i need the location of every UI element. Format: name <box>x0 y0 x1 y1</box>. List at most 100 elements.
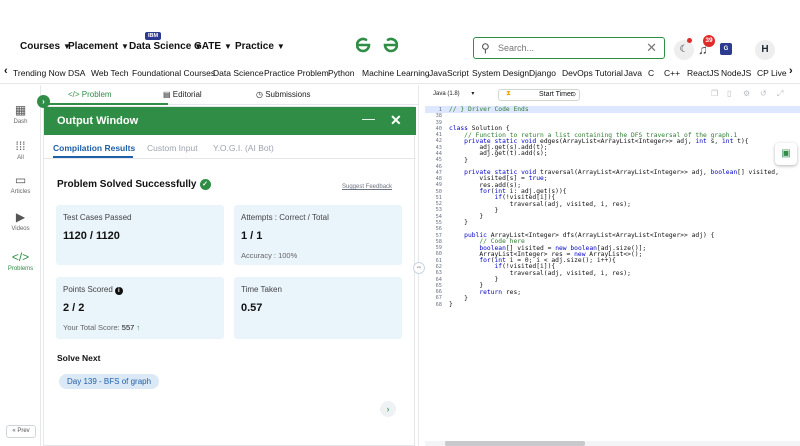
subnav-item[interactable]: Data Science <box>213 68 264 78</box>
line-number: 56 <box>435 226 442 233</box>
tab-problem[interactable]: </> Problem <box>68 90 112 99</box>
gfg-logo[interactable] <box>356 36 398 54</box>
check-circle-icon: ✓ <box>199 179 211 190</box>
status-message: Problem Solved Successfully ✓ <box>57 179 211 190</box>
language-select[interactable]: Java (1.8) ▾ <box>433 90 474 97</box>
solve-next-item[interactable]: Day 139 - BFS of graph <box>59 374 160 389</box>
copy-icon[interactable]: ❐ <box>711 89 718 98</box>
tab-editorial[interactable]: ▤ Editorial <box>163 90 202 99</box>
rail-item-problems[interactable]: </> Problems <box>0 250 41 272</box>
resize-handle-icon[interactable]: ⇔ <box>413 262 425 274</box>
rail-item-videos[interactable]: ▶ Videos <box>0 210 41 232</box>
minimize-icon[interactable]: — <box>362 111 375 126</box>
line-number: 63 <box>435 270 442 277</box>
theme-toggle-button[interactable]: ☾ <box>674 40 694 60</box>
output-window: Output Window — ✕ Compilation Results Cu… <box>43 106 416 446</box>
line-number: 55 <box>435 220 442 227</box>
stat-card-attempts: Attempts : Correct / Total 1 / 1 Accurac… <box>234 205 402 265</box>
suggest-feedback-link[interactable]: Suggest Feedback <box>342 184 392 190</box>
info-icon[interactable]: i <box>114 287 123 295</box>
line-number: 42 <box>435 138 442 145</box>
close-icon[interactable]: ✕ <box>646 40 657 56</box>
gfg-premium-icon[interactable]: G <box>720 43 732 55</box>
subnav-item[interactable]: ReactJS <box>687 68 719 78</box>
line-number: 48 <box>435 176 442 183</box>
subnav-item[interactable]: CP Live <box>757 68 787 78</box>
subnav-item[interactable]: Django <box>529 68 556 78</box>
line-number: 40 <box>435 125 442 132</box>
arrow-up-icon: ↑ <box>136 323 141 332</box>
chevron-right-icon[interactable]: › <box>37 95 50 108</box>
subnav-item[interactable]: Machine Learning <box>362 68 430 78</box>
divider <box>44 158 416 159</box>
subnav-item[interactable]: DevOps Tutorial <box>562 68 623 78</box>
line-number: 51 <box>435 194 442 201</box>
subnav-item[interactable]: C++ <box>664 68 680 78</box>
chevron-right-icon[interactable]: › <box>789 65 793 77</box>
tab-submissions[interactable]: ◷ Submissions <box>256 90 311 99</box>
profile-avatar[interactable]: H <box>755 40 775 60</box>
hourglass-icon: ⧗ <box>506 90 511 97</box>
stat-card-points: Points Scored i 2 / 2 Your Total Score: 5… <box>56 277 224 339</box>
line-number: 58 <box>435 238 442 245</box>
tab-custom-input[interactable]: Custom Input <box>147 143 198 153</box>
video-icon: ▶ <box>15 210 26 224</box>
chat-icon[interactable]: ▣ <box>775 143 797 165</box>
stat-card-test-cases: Test Cases Passed 1120 / 1120 <box>56 205 224 265</box>
ibm-badge: IBM <box>145 32 162 40</box>
close-icon[interactable]: ✕ <box>390 112 402 129</box>
nav-data-science[interactable]: Data Science ▼ <box>129 41 202 52</box>
nav-placement[interactable]: Placement ▼ <box>68 41 129 52</box>
moon-icon: ☾ <box>679 44 689 55</box>
tab-yogi-ai-bot[interactable]: Y.O.G.I. (AI Bot) <box>213 143 274 153</box>
output-window-title: Output Window <box>57 115 139 127</box>
chevron-left-icon[interactable]: ‹ <box>4 65 8 77</box>
nav-practice[interactable]: Practice ▼ <box>235 41 285 52</box>
rail-item-dash[interactable]: ▦ Dash <box>0 103 41 125</box>
line-number: 39 <box>435 119 442 126</box>
chevron-right-icon[interactable]: › <box>380 401 396 417</box>
tab-compilation-results[interactable]: Compilation Results <box>53 143 135 153</box>
line-number: 52 <box>435 201 442 208</box>
line-number: 61 <box>435 257 442 264</box>
subnav-item[interactable]: Practice Problem <box>264 68 329 78</box>
line-number: 38 <box>435 113 442 120</box>
dashboard-icon: ▦ <box>14 103 27 117</box>
line-number: 46 <box>435 163 442 170</box>
chevron-down-icon: ▼ <box>121 42 129 51</box>
line-number: 1 <box>438 107 442 113</box>
line-number: 62 <box>435 264 442 270</box>
start-timer-button[interactable]: ⧗ Start Timer ⊙ <box>498 89 580 101</box>
line-number: 64 <box>435 276 442 283</box>
file-icon[interactable]: ▯ <box>727 89 731 98</box>
scrollbar-thumb[interactable] <box>445 441 585 446</box>
subnav-item[interactable]: Java <box>624 68 642 78</box>
subnav-item[interactable]: NodeJS <box>721 68 751 78</box>
grid-icon: ⁞⁞⁞ <box>15 139 26 153</box>
nav-gate[interactable]: GATE ▼ <box>194 41 232 52</box>
stat-card-time-taken: Time Taken 0.57 <box>234 277 402 339</box>
subnav-item[interactable]: Python <box>328 68 354 78</box>
rail-item-all[interactable]: ⁞⁞⁞ All <box>0 139 41 161</box>
prev-button[interactable]: « Prev <box>6 425 36 438</box>
line-number: 53 <box>435 207 442 214</box>
subnav-item[interactable]: Foundational Courses <box>132 68 215 78</box>
line-number: 59 <box>435 245 442 252</box>
subnav-item[interactable]: Web Tech <box>91 68 129 78</box>
rail-item-articles[interactable]: ▭ Articles <box>0 173 41 195</box>
gear-icon[interactable]: ⚙ <box>743 89 750 98</box>
search-box[interactable]: ⚲ ✕ <box>473 37 665 59</box>
reset-icon[interactable]: ↺ <box>760 89 767 98</box>
nav-courses[interactable]: Courses ▼ <box>20 41 71 52</box>
fullscreen-icon[interactable]: ⤢ <box>777 89 783 99</box>
solve-next-heading: Solve Next <box>57 353 101 363</box>
subnav-item[interactable]: C <box>648 68 654 78</box>
code-line: } <box>449 219 468 227</box>
subnav-item[interactable]: JavaScript <box>429 68 469 78</box>
search-input[interactable] <box>498 41 638 55</box>
subnav-item[interactable]: System Design <box>472 68 529 78</box>
subnav-item[interactable]: Trending Now <box>13 68 66 78</box>
line-number: 60 <box>435 251 442 258</box>
chevron-down-icon: ▼ <box>276 42 285 51</box>
subnav-item[interactable]: DSA <box>68 68 85 78</box>
